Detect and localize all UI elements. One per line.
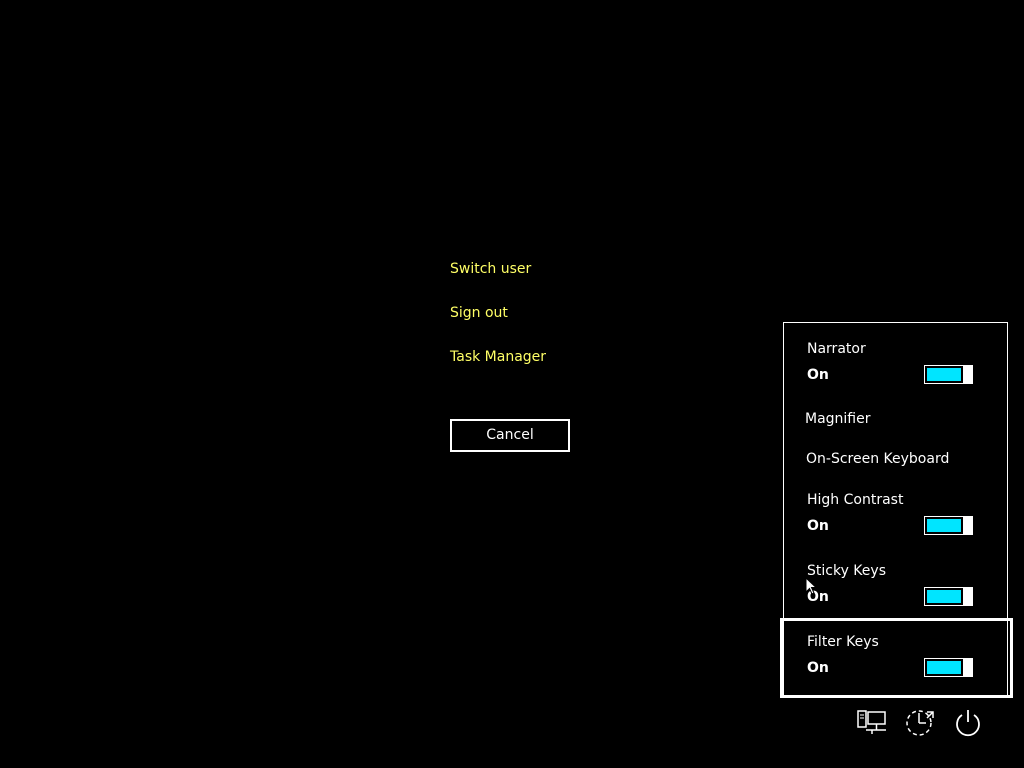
sticky-keys-label: Sticky Keys xyxy=(807,563,886,579)
lock-screen-options: Switch user Sign out Task Manager Cancel… xyxy=(0,0,1024,768)
filter-keys-state: On xyxy=(807,660,829,676)
task-manager-link[interactable]: Task Manager xyxy=(450,349,546,365)
cancel-button[interactable]: Cancel xyxy=(450,419,570,452)
sticky-keys-toggle[interactable] xyxy=(924,587,973,606)
high-contrast-toggle[interactable] xyxy=(924,516,973,535)
network-icon[interactable] xyxy=(856,706,888,738)
magnifier-label: Magnifier xyxy=(805,411,871,427)
sign-out-link[interactable]: Sign out xyxy=(450,305,508,321)
narrator-state: On xyxy=(807,367,829,383)
magnifier-item[interactable]: Magnifier xyxy=(784,409,1007,433)
toggle-thumb xyxy=(963,659,972,676)
narrator-label: Narrator xyxy=(807,341,866,357)
high-contrast-item[interactable]: High Contrast On xyxy=(784,490,1007,550)
filter-keys-label: Filter Keys xyxy=(807,634,879,650)
toggle-fill xyxy=(927,661,961,674)
on-screen-keyboard-label: On-Screen Keyboard xyxy=(806,451,950,467)
filter-keys-item[interactable]: Filter Keys On xyxy=(784,632,1007,692)
narrator-toggle[interactable] xyxy=(924,365,973,384)
high-contrast-state: On xyxy=(807,518,829,534)
sticky-keys-state: On xyxy=(807,589,829,605)
filter-keys-toggle[interactable] xyxy=(924,658,973,677)
on-screen-keyboard-item[interactable]: On-Screen Keyboard xyxy=(784,449,1007,473)
toggle-thumb xyxy=(963,366,972,383)
power-icon[interactable] xyxy=(952,706,984,738)
ease-of-access-panel: Narrator On Magnifier On-Screen Keyboard… xyxy=(783,322,1008,697)
narrator-item[interactable]: Narrator On xyxy=(784,339,1007,399)
sticky-keys-item[interactable]: Sticky Keys On xyxy=(784,561,1007,621)
toggle-thumb xyxy=(963,588,972,605)
toggle-fill xyxy=(927,590,961,603)
high-contrast-label: High Contrast xyxy=(807,492,904,508)
toggle-thumb xyxy=(963,517,972,534)
ease-of-access-icon[interactable] xyxy=(903,706,935,738)
switch-user-link[interactable]: Switch user xyxy=(450,261,531,277)
toggle-fill xyxy=(927,519,961,532)
toggle-fill xyxy=(927,368,961,381)
